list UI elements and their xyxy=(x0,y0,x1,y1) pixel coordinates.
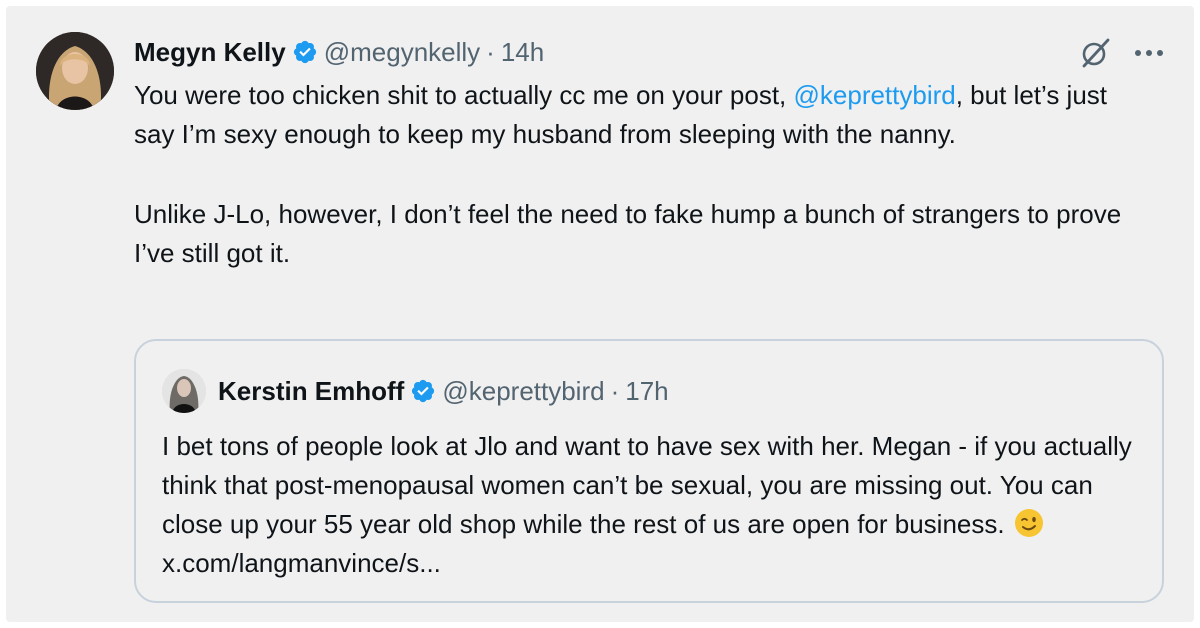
verified-badge-icon[interactable] xyxy=(292,39,318,65)
tweet-timestamp[interactable]: 14h xyxy=(501,37,544,68)
quoted-author-name[interactable]: Kerstin Emhoff xyxy=(218,376,404,407)
author-name[interactable]: Megyn Kelly xyxy=(134,37,286,68)
tweet-text-segment: You were too chicken shit to actually cc… xyxy=(134,80,794,110)
separator-dot: · xyxy=(610,375,620,406)
quoted-tweet-text: I bet tons of people look at Jlo and wan… xyxy=(162,427,1152,583)
tweet-paragraph-1: You were too chicken shit to actually cc… xyxy=(134,76,1154,154)
quoted-author-avatar[interactable] xyxy=(162,369,206,413)
author-avatar[interactable] xyxy=(36,32,114,110)
more-options-icon[interactable] xyxy=(1130,36,1168,70)
quoted-tweet-timestamp[interactable]: 17h xyxy=(625,376,668,407)
tweet-header: Megyn Kelly @megynkelly · 14h xyxy=(134,32,544,72)
grok-icon[interactable] xyxy=(1078,36,1112,70)
mention-link[interactable]: @keprettybird xyxy=(794,80,956,110)
quoted-author-handle[interactable]: @keprettybird xyxy=(442,376,604,407)
quoted-text-segment: I bet tons of people look at Jlo and wan… xyxy=(162,431,1132,539)
avatar-image xyxy=(36,32,114,110)
verified-badge-icon[interactable] xyxy=(410,378,436,404)
tweet-card: Megyn Kelly @megynkelly · 14h You were t… xyxy=(6,6,1194,622)
quoted-tweet-link[interactable]: x.com/langmanvince/s... xyxy=(162,548,441,578)
winking-face-emoji-icon xyxy=(1014,509,1043,537)
quoted-tweet[interactable]: Kerstin Emhoff @keprettybird · 17h I bet… xyxy=(134,339,1164,603)
quoted-tweet-header: Kerstin Emhoff @keprettybird · 17h xyxy=(218,371,669,411)
tweet-paragraph-2: Unlike J-Lo, however, I don’t feel the n… xyxy=(134,199,1122,268)
tweet-text: You were too chicken shit to actually cc… xyxy=(134,76,1154,273)
separator-dot: · xyxy=(486,36,495,67)
author-handle[interactable]: @megynkelly xyxy=(324,37,480,68)
quoted-avatar-image xyxy=(162,369,206,413)
